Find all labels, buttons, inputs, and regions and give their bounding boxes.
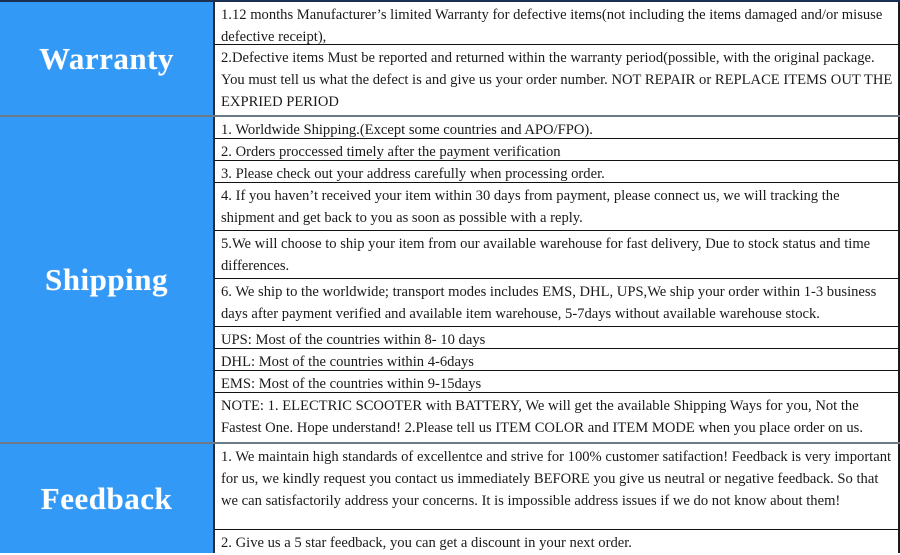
section-feedback: Feedback 1. We maintain high standards o…: [0, 442, 900, 555]
section-shipping: Shipping 1. Worldwide Shipping.(Except s…: [0, 115, 900, 442]
section-label-shipping: Shipping: [0, 117, 215, 442]
section-warranty: Warranty 1.12 months Manufacturer’s limi…: [0, 2, 900, 115]
policy-row: 2. Give us a 5 star feedback, you can ge…: [215, 530, 898, 555]
section-label-feedback: Feedback: [0, 444, 215, 553]
policy-row: 2.Defective items Must be reported and r…: [215, 45, 898, 115]
policy-row-dhl: DHL: Most of the countries within 4-6day…: [215, 349, 898, 371]
policy-row: 6. We ship to the worldwide; transport m…: [215, 279, 898, 327]
section-label-warranty: Warranty: [0, 2, 215, 115]
section-rows-feedback: 1. We maintain high standards of excelle…: [215, 444, 900, 555]
policy-row: 1. We maintain high standards of excelle…: [215, 444, 898, 530]
policy-table: Warranty 1.12 months Manufacturer’s limi…: [0, 0, 900, 555]
section-rows-warranty: 1.12 months Manufacturer’s limited Warra…: [215, 2, 900, 115]
policy-row: 4. If you haven’t received your item wit…: [215, 183, 898, 231]
policy-row-ups: UPS: Most of the countries within 8- 10 …: [215, 327, 898, 349]
policy-row: 3. Please check out your address careful…: [215, 161, 898, 183]
policy-row-note: NOTE: 1. ELECTRIC SCOOTER with BATTERY, …: [215, 393, 898, 441]
policy-row: 1.12 months Manufacturer’s limited Warra…: [215, 2, 898, 45]
policy-row: 2. Orders proccessed timely after the pa…: [215, 139, 898, 161]
policy-row: 5.We will choose to ship your item from …: [215, 231, 898, 279]
policy-row-ems: EMS: Most of the countries within 9-15da…: [215, 371, 898, 393]
section-rows-shipping: 1. Worldwide Shipping.(Except some count…: [215, 117, 900, 442]
policy-row: 1. Worldwide Shipping.(Except some count…: [215, 117, 898, 139]
